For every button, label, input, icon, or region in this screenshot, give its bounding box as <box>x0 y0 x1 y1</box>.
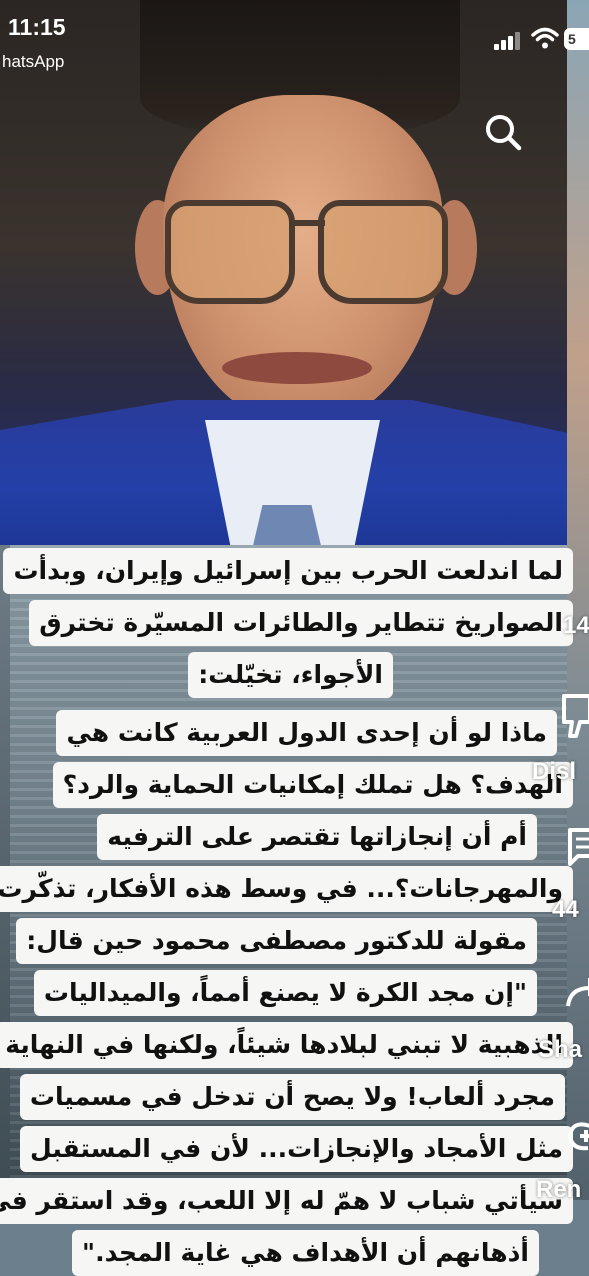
glasses-lens <box>318 200 448 304</box>
status-time: 11:15 <box>8 14 66 40</box>
wifi-icon <box>531 27 559 49</box>
back-to-app-link[interactable]: hatsApp <box>2 52 64 72</box>
share-label: Sha <box>538 1036 583 1063</box>
portrait-photo <box>0 0 589 550</box>
like-count: 14 <box>563 612 589 639</box>
comment-icon[interactable] <box>566 826 589 868</box>
thumbs-down-icon[interactable] <box>560 692 589 744</box>
share-icon[interactable] <box>566 978 589 1022</box>
dislike-label: Disl <box>532 758 577 785</box>
portrait-tie <box>252 505 322 550</box>
status-bar: 11:15 hatsApp 5 <box>0 0 589 80</box>
caption-line: الذهبية لا تبني لبلادها شيئاً، ولكنها في… <box>0 1022 573 1068</box>
caption-line: "إن مجد الكرة لا يصنع أمماً، والميداليات <box>33 970 537 1016</box>
remix-icon[interactable] <box>566 1112 589 1158</box>
portrait-mouth <box>222 352 372 384</box>
caption-line: مجرد ألعاب! ولا يصح أن تدخل في مسميات <box>19 1074 565 1120</box>
caption-line: الصواريخ تتطاير والطائرات المسيّرة تخترق <box>29 600 573 646</box>
battery-icon: 5 <box>564 28 589 50</box>
caption-line: مقولة للدكتور مصطفى محمود حين قال: <box>16 918 537 964</box>
caption-line: أذهانهم أن الأهداف هي غاية المجد." <box>72 1230 539 1276</box>
glasses-lens <box>165 200 295 304</box>
caption-line: مثل الأمجاد والإنجازات... لأن في المستقب… <box>20 1126 573 1172</box>
caption-line: سيأتي شباب لا همّ له إلا اللعب، وقد استق… <box>0 1178 573 1224</box>
caption-line: والمهرجانات؟... في وسط هذه الأفكار، تذكّ… <box>0 866 573 912</box>
caption-line: ماذا لو أن إحدى الدول العربية كانت هي <box>56 710 557 756</box>
glasses-bridge <box>289 220 325 226</box>
caption-line: أم أن إنجازاتها تقتصر على الترفيه <box>97 814 537 860</box>
caption-line: الهدف؟ هل تملك إمكانيات الحماية والرد؟ <box>52 762 573 808</box>
search-icon[interactable] <box>483 112 523 152</box>
comment-count: 44 <box>552 896 579 923</box>
signal-icon <box>494 32 522 50</box>
caption-line: لما اندلعت الحرب بين إسرائيل وإيران، وبد… <box>3 548 573 594</box>
caption-line: الأجواء، تخيّلت: <box>188 652 393 698</box>
